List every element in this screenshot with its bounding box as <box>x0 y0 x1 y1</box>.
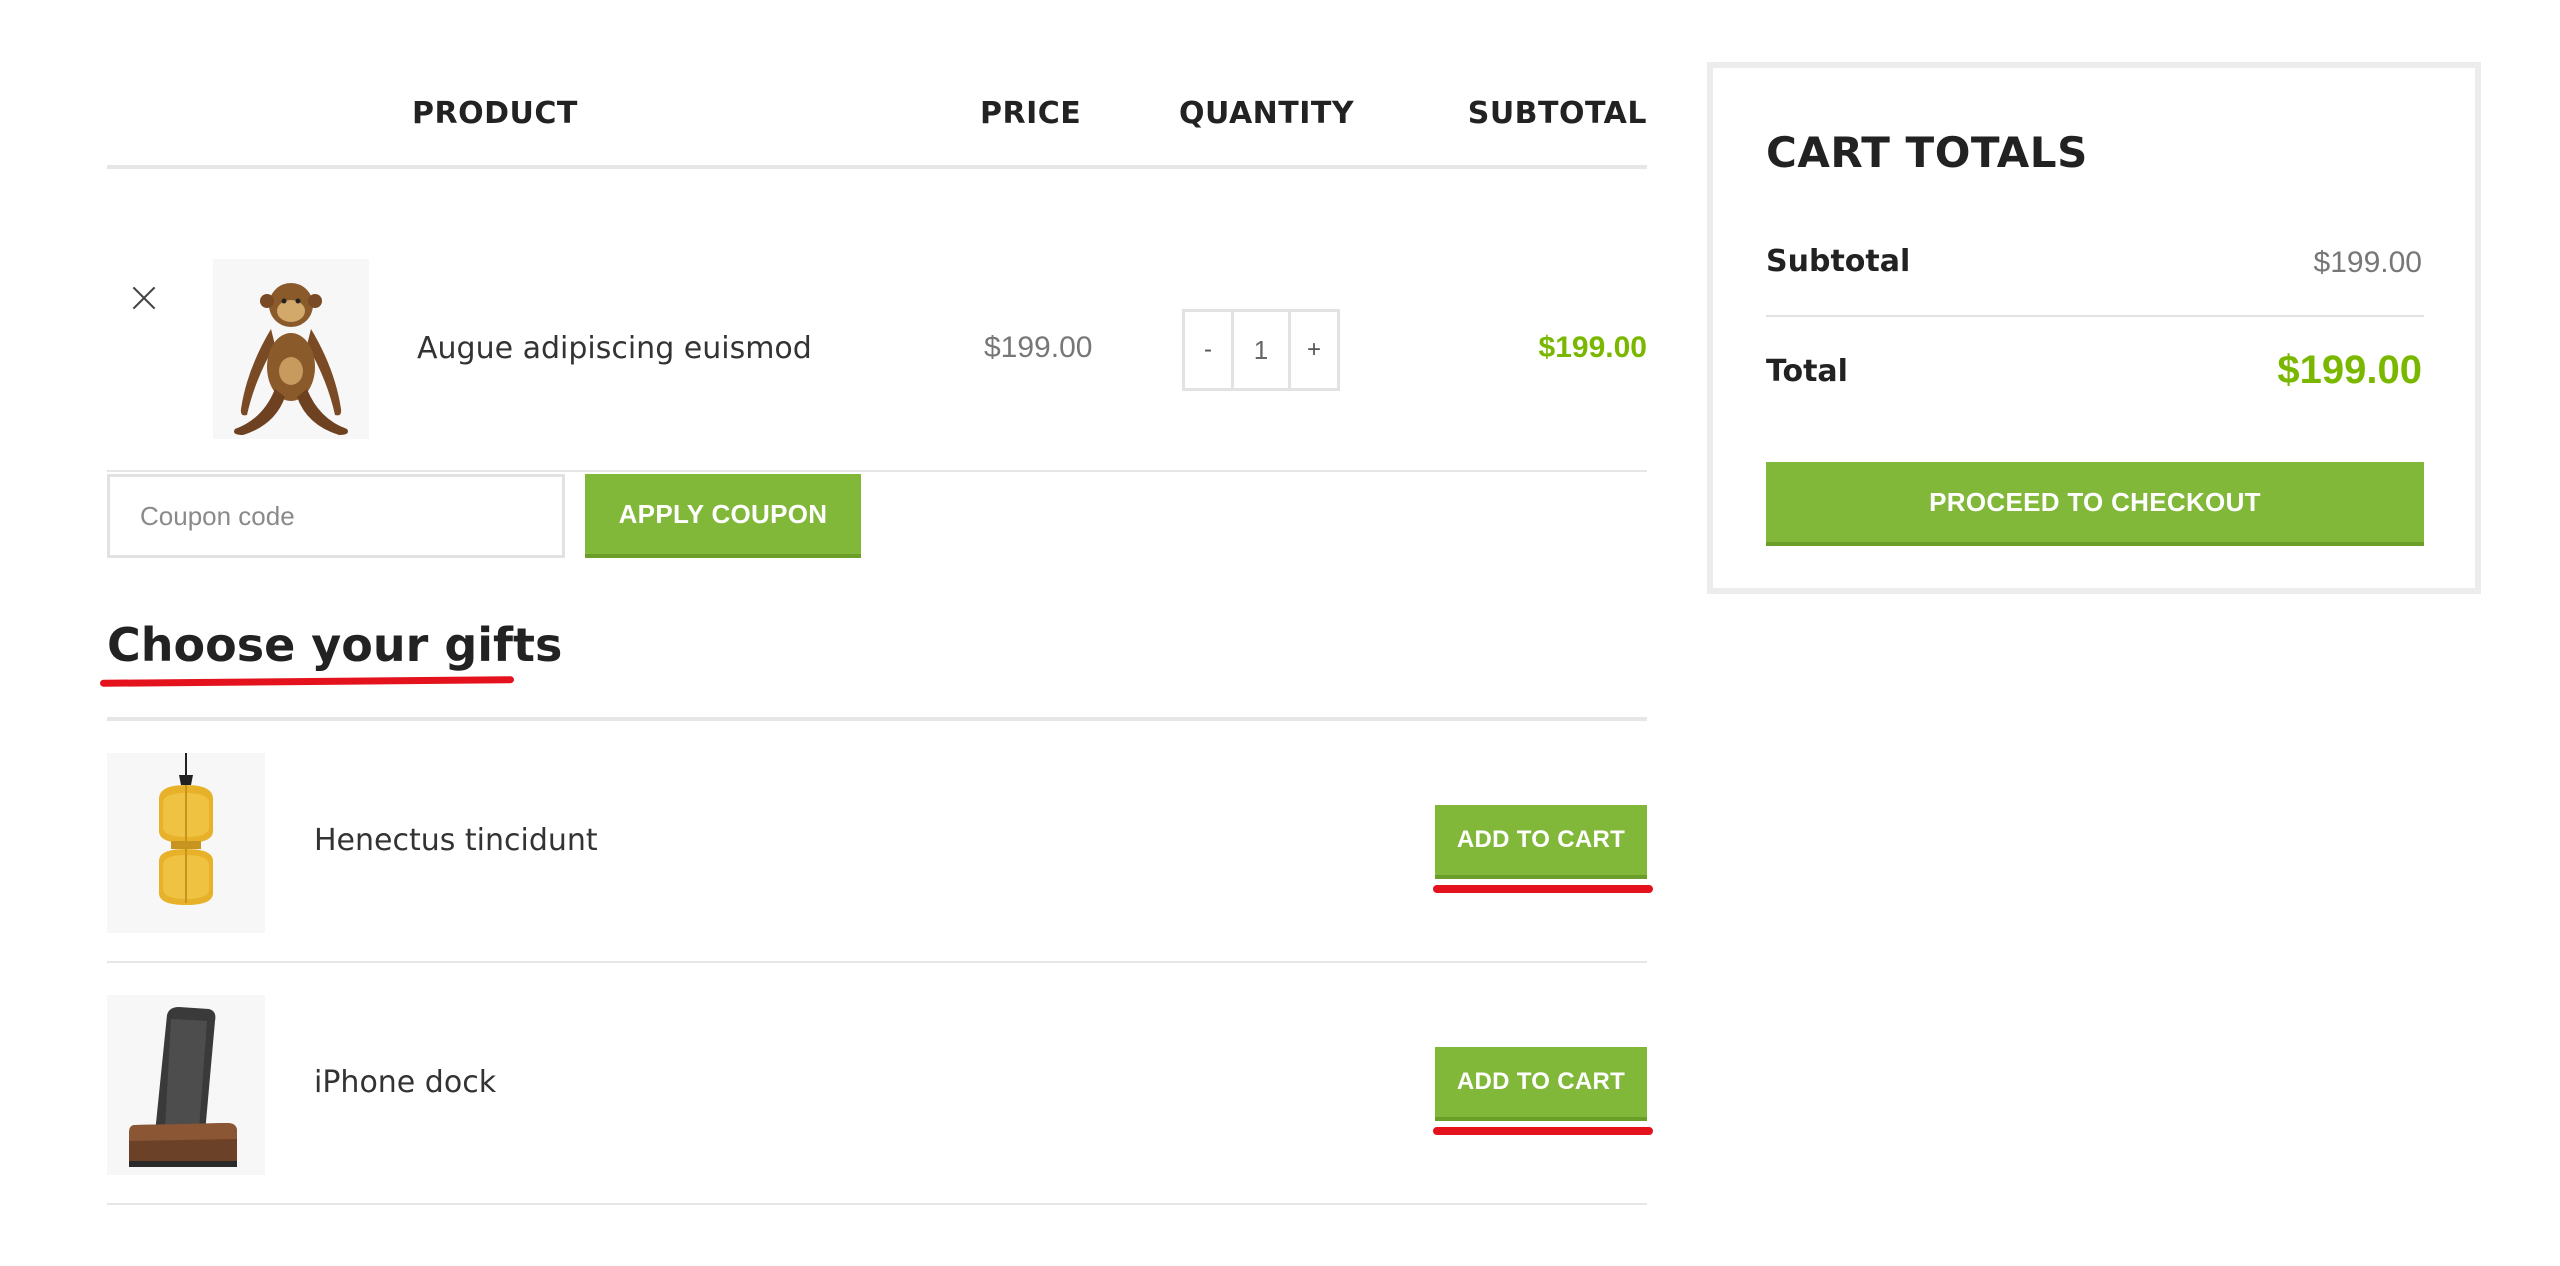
yellow-pendant-lamp-image[interactable] <box>107 753 265 933</box>
cart-item-subtotal: $199.00 <box>1538 331 1647 364</box>
totals-total-value: $199.00 <box>2277 348 2422 392</box>
cart-item-price: $199.00 <box>984 331 1093 364</box>
remove-item-icon[interactable] <box>127 281 161 315</box>
cart-item-name[interactable]: Augue adipiscing euismod <box>417 331 812 366</box>
quantity-increase-button[interactable]: + <box>1291 312 1337 388</box>
quantity-value[interactable]: 1 <box>1231 312 1291 388</box>
column-header-subtotal: SUBTOTAL <box>1467 96 1647 131</box>
cart-item-row: Augue adipiscing euismod $199.00 - 1 + $… <box>107 169 1647 472</box>
gift-item-row: Henectus tincidunt ADD TO CART <box>107 721 1653 963</box>
totals-subtotal-label: Subtotal <box>1766 244 1911 279</box>
iphone-dock-image[interactable] <box>107 995 265 1175</box>
gift-item-name[interactable]: iPhone dock <box>314 1065 496 1100</box>
gifts-section-title: Choose your gifts <box>107 618 563 672</box>
wooden-monkey-image[interactable] <box>213 259 369 439</box>
cart-totals-panel: CART TOTALS Subtotal $199.00 Total $199.… <box>1707 62 2481 594</box>
quantity-decrease-button[interactable]: - <box>1185 312 1231 388</box>
apply-coupon-button[interactable]: APPLY COUPON <box>585 474 861 558</box>
gift-item-row: iPhone dock ADD TO CART <box>107 963 1653 1205</box>
red-annotation-underline <box>1433 885 1653 893</box>
totals-total-label: Total <box>1766 354 1848 389</box>
quantity-stepper[interactable]: - 1 + <box>1182 309 1340 391</box>
column-header-quantity: QUANTITY <box>1179 96 1355 131</box>
add-to-cart-button[interactable]: ADD TO CART <box>1435 805 1647 879</box>
column-header-product: PRODUCT <box>412 96 578 131</box>
column-header-price: PRICE <box>980 96 1082 131</box>
red-annotation-underline <box>99 676 515 687</box>
cart-totals-title: CART TOTALS <box>1766 128 2088 177</box>
coupon-code-input[interactable] <box>107 474 565 558</box>
totals-subtotal-value: $199.00 <box>2313 246 2422 279</box>
red-annotation-underline <box>1433 1127 1653 1135</box>
add-to-cart-button[interactable]: ADD TO CART <box>1435 1047 1647 1121</box>
totals-divider <box>1766 315 2424 317</box>
proceed-to-checkout-button[interactable]: PROCEED TO CHECKOUT <box>1766 462 2424 546</box>
gift-item-name[interactable]: Henectus tincidunt <box>314 823 598 858</box>
